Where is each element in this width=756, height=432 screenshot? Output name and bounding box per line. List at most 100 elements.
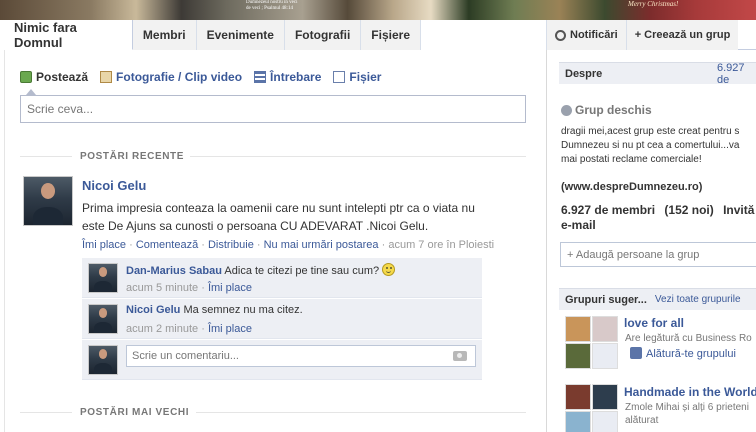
suggested-group-desc: Are legătură cu Business Ro — [625, 333, 752, 344]
join-group-label: Alătură-te grupului — [646, 348, 736, 360]
member-stats: 6.927 de membri (152 noi) Invită — [561, 203, 754, 217]
member-photo — [565, 411, 591, 432]
post-unfollow-link[interactable]: Nu mai urmări postarea — [264, 239, 379, 251]
composer-options: Postează Fotografie / Clip video Întreba… — [20, 70, 381, 84]
tab-files[interactable]: Fișiere — [361, 20, 421, 50]
comment-meta: acum 2 minute · Îmi place — [126, 323, 252, 335]
divider-right — [190, 156, 526, 157]
tab-photos[interactable]: Fotografii — [284, 20, 362, 50]
divider-left — [20, 412, 72, 413]
comment-avatar[interactable] — [88, 263, 118, 293]
comment-timestamp[interactable]: acum 2 minute — [126, 323, 198, 335]
join-group-icon — [630, 347, 642, 359]
suggested-groups-header: Grupuri suger... Vezi toate grupurile — [559, 288, 756, 310]
file-icon — [333, 71, 346, 83]
group-privacy: Grup deschis — [561, 103, 652, 117]
divider-left — [20, 156, 72, 157]
member-photo — [565, 384, 591, 410]
add-people-input[interactable]: + Adaugă persoane la grup — [560, 242, 756, 267]
notifications-button[interactable]: Notificări — [546, 20, 626, 50]
suggested-group-name[interactable]: love for all — [624, 316, 684, 330]
post-share-link[interactable]: Distribuie — [208, 239, 254, 251]
composer-input[interactable]: Scrie ceva... — [20, 95, 526, 123]
comment-input[interactable]: Scrie un comentariu... — [126, 345, 476, 367]
comment-author[interactable]: Dan-Marius Sabau — [126, 265, 222, 277]
member-count[interactable]: 6.927 de membri — [561, 203, 655, 217]
composer-post-label: Postează — [36, 70, 89, 84]
member-photo — [592, 343, 618, 369]
composer-photo-link[interactable]: Fotografie / Clip video — [100, 70, 242, 84]
post-text-line-2: este De Ajuns sa cunosti o persoana CU A… — [82, 219, 429, 233]
member-photo — [592, 411, 618, 432]
group-actions-bar: Notificări + Creează un grup — [546, 20, 756, 50]
comment-avatar[interactable] — [88, 304, 118, 334]
older-posts-heading: POSTĂRI MAI VECHI — [80, 407, 190, 418]
post-actions: Îmi place · Comentează · Distribuie · Nu… — [82, 239, 495, 251]
group-website: (www.despreDumnezeu.ro) — [561, 181, 703, 193]
suggested-group-thumbnails[interactable] — [565, 384, 618, 432]
tab-events[interactable]: Evenimente — [196, 20, 285, 50]
member-photo — [565, 343, 591, 369]
recent-posts-heading: POSTĂRI RECENTE — [80, 151, 185, 162]
comment-like-link[interactable]: Îmi place — [208, 323, 252, 335]
post-like-link[interactable]: Îmi place — [82, 239, 126, 251]
no-entry-icon — [555, 29, 566, 41]
globe-icon — [561, 105, 572, 116]
description-line: Dumnezeu si nu pt cea a comertului...va — [561, 140, 740, 151]
description-line: dragii mei,acest grup este creat pentru … — [561, 126, 740, 137]
photo-icon — [100, 71, 113, 83]
invite-link[interactable]: Invită — [723, 203, 754, 217]
member-photo — [565, 316, 591, 342]
comment-text: Adica te citezi pe tine sau cum? — [224, 265, 380, 277]
question-list-icon — [254, 71, 267, 83]
post-comment-link[interactable]: Comentează — [136, 239, 198, 251]
divider-right — [196, 412, 526, 413]
post-timestamp[interactable]: acum 7 ore în Ploiesti — [388, 239, 494, 251]
member-photo — [592, 316, 618, 342]
create-group-button[interactable]: + Creează un grup — [625, 20, 739, 50]
post-author-avatar[interactable] — [23, 176, 73, 226]
composer-question-label: Întrebare — [270, 70, 322, 84]
comment-timestamp[interactable]: acum 5 minute — [126, 282, 198, 294]
see-all-groups-link[interactable]: Vezi toate grupurile — [655, 294, 741, 305]
banner-verse: Dumnezeul nostru in veci de veci ; Psalm… — [246, 0, 298, 12]
description-line: mai postati reclame comerciale! — [561, 154, 702, 165]
about-member-count[interactable]: 6.927 de — [717, 62, 756, 86]
group-cover-banner: Dumnezeul nostru in veci de veci ; Psalm… — [0, 0, 756, 20]
member-photo — [592, 384, 618, 410]
banner-christmas-text: Merry Christmas! — [628, 0, 679, 8]
main-column-border — [4, 50, 5, 432]
suggested-group-thumbnails[interactable] — [565, 316, 618, 369]
viewer-avatar — [88, 345, 118, 375]
group-name: Nimic fara Domnul — [14, 19, 77, 50]
comment-author[interactable]: Nicoi Gelu — [126, 304, 180, 316]
about-header: Despre 6.927 de — [559, 62, 756, 86]
tab-members[interactable]: Membri — [132, 20, 197, 50]
composer-file-link[interactable]: Fișier — [333, 70, 381, 84]
about-label: Despre — [565, 67, 603, 80]
join-group-link[interactable]: Alătură-te grupului — [630, 347, 736, 360]
suggested-groups-label: Grupuri suger... — [565, 293, 647, 306]
post-text-line-1: Prima impresia conteaza la oamenii care … — [82, 201, 475, 215]
group-privacy-label: Grup deschis — [575, 103, 652, 117]
comment-body: Nicoi Gelu Ma semnez nu ma citez. — [126, 304, 303, 316]
composer-question-link[interactable]: Întrebare — [254, 70, 321, 84]
suggested-group-joined-text: alăturat — [625, 415, 659, 426]
speech-bubble-icon — [20, 71, 32, 83]
new-member-count[interactable]: (152 noi) — [664, 203, 713, 217]
composer-post-link[interactable]: Postează — [20, 70, 88, 84]
suggested-group-name[interactable]: Handmade in the World — [624, 385, 756, 399]
comment-like-link[interactable]: Îmi place — [208, 282, 252, 294]
composer-photo-label: Fotografie / Clip video — [116, 70, 243, 84]
invite-email-link[interactable]: e-mail — [561, 218, 596, 232]
composer-file-label: Fișier — [349, 70, 382, 84]
post-author-name[interactable]: Nicoi Gelu — [82, 178, 146, 193]
comment-text: Ma semnez nu ma citez. — [183, 304, 303, 316]
comment-placeholder: Scrie un comentariu... — [132, 350, 239, 362]
notifications-label: Notificări — [570, 29, 618, 41]
tab-group-home[interactable]: Nimic fara Domnul — [4, 20, 133, 50]
camera-icon[interactable] — [453, 351, 467, 361]
post-text: Prima impresia conteaza la oamenii care … — [82, 199, 512, 235]
comment-body: Dan-Marius Sabau Adica te citezi pe tine… — [126, 263, 396, 277]
comment-meta: acum 5 minute · Îmi place — [126, 282, 252, 294]
